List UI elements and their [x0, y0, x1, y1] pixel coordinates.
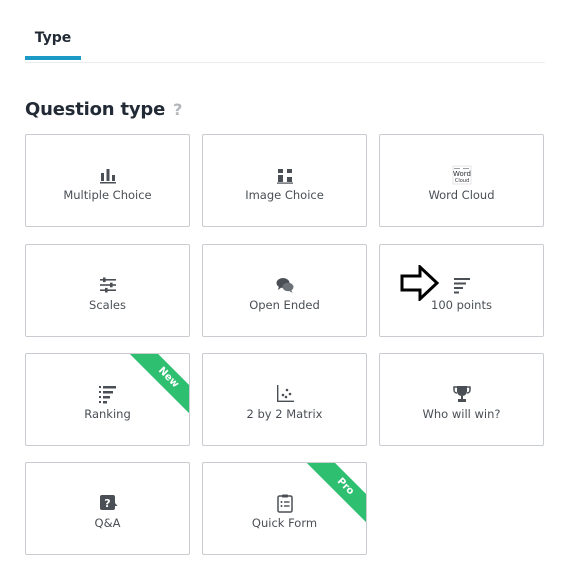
chat-bubbles-icon: [276, 278, 293, 293]
card-who-will-win[interactable]: Who will win?: [379, 353, 544, 446]
card-label: Ranking: [84, 407, 131, 421]
ranking-icon: [98, 386, 116, 404]
bar-chart-icon: [99, 169, 116, 184]
card-label: Q&A: [94, 516, 121, 530]
tab-active-indicator: [25, 56, 81, 60]
card-label: Image Choice: [245, 188, 324, 202]
card-ranking[interactable]: Ranking New: [25, 353, 190, 446]
lines-icon: [453, 278, 470, 294]
sliders-icon: [99, 277, 116, 293]
clipboard-icon: [276, 494, 293, 513]
tab-type-label: Type: [34, 30, 72, 46]
question-mark: ?: [104, 497, 110, 510]
scatter-plot-icon: [276, 385, 294, 402]
card-label: Open Ended: [249, 298, 320, 312]
trophy-icon: [452, 386, 471, 402]
question-bubble-icon: ?: [99, 495, 117, 510]
card-qa[interactable]: ? Q&A: [25, 462, 190, 555]
tab-bar: Type: [25, 0, 545, 63]
section-title: Question type: [25, 99, 166, 120]
card-word-cloud[interactable]: Word Cloud Word Cloud: [379, 134, 544, 227]
card-label: Scales: [89, 298, 126, 312]
help-icon[interactable]: ?: [173, 100, 182, 119]
image-bars-icon: [276, 169, 293, 184]
question-type-panel: Type Question type ? Multiple Choice Ima…: [0, 0, 577, 575]
card-label: 2 by 2 Matrix: [246, 407, 323, 421]
card-label: Word Cloud: [428, 188, 495, 202]
card-image-choice[interactable]: Image Choice: [202, 134, 367, 227]
card-quick-form[interactable]: Quick Form Pro: [202, 462, 367, 555]
section-heading: Question type ?: [25, 99, 182, 120]
card-scales[interactable]: Scales: [25, 244, 190, 337]
card-label: Who will win?: [422, 407, 501, 421]
word-cloud-text-1: Word: [453, 170, 471, 178]
card-label: Multiple Choice: [63, 188, 152, 202]
word-cloud-icon: Word Cloud: [452, 165, 471, 185]
card-label: Quick Form: [251, 516, 318, 530]
card-2-by-2-matrix[interactable]: 2 by 2 Matrix: [202, 353, 367, 446]
word-cloud-text-2: Cloud: [454, 178, 468, 184]
arrow-right-icon: [400, 265, 440, 301]
card-open-ended[interactable]: Open Ended: [202, 244, 367, 337]
card-multiple-choice[interactable]: Multiple Choice: [25, 134, 190, 227]
